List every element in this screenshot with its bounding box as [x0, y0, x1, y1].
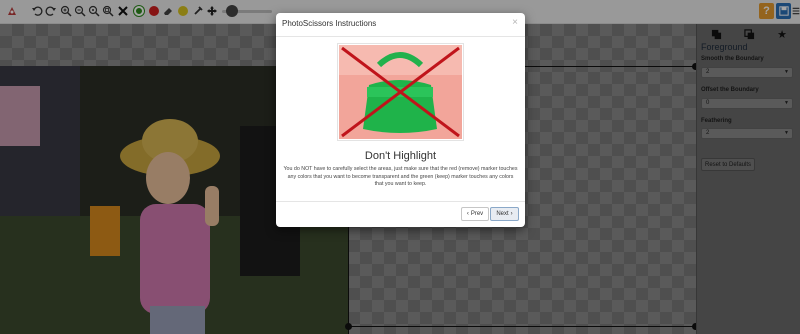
dialog-header: PhotoScissors Instructions ×: [276, 13, 525, 37]
chevron-right-icon: ›: [510, 211, 513, 217]
instructions-dialog: PhotoScissors Instructions × Don't Highl…: [276, 13, 525, 227]
prev-label: Prev: [470, 211, 484, 217]
dialog-heading: Don't Highlight: [364, 150, 437, 162]
prev-button[interactable]: ‹ Prev: [461, 207, 489, 221]
dialog-footer: ‹ Prev Next ›: [276, 201, 525, 227]
dialog-text: You do NOT have to carefully select the …: [283, 166, 518, 188]
close-icon[interactable]: ×: [512, 17, 518, 28]
next-button[interactable]: Next ›: [490, 207, 519, 221]
chevron-left-icon: ‹: [466, 211, 469, 217]
example-image: [337, 43, 464, 141]
next-label: Next: [496, 211, 509, 217]
dialog-title: PhotoScissors Instructions: [282, 19, 377, 28]
